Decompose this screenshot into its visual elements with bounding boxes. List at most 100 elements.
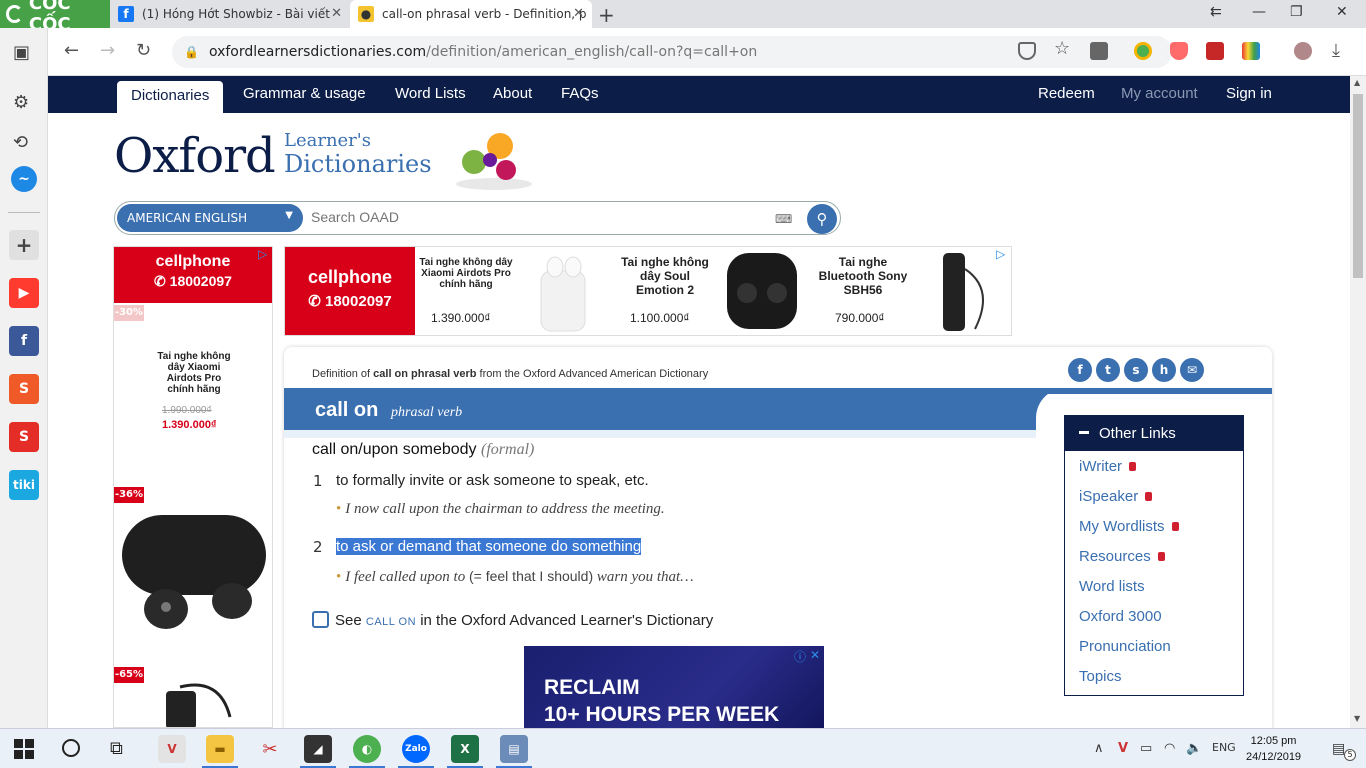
link-pronunciation[interactable]: Pronunciation (1079, 638, 1171, 655)
restore-tabs-icon[interactable]: ⇇ (1210, 4, 1222, 20)
nav-dictionaries[interactable]: Dictionaries (117, 81, 224, 113)
tray-expand-icon[interactable]: ∧ (1094, 741, 1104, 756)
search-button[interactable]: ⚲ (807, 204, 837, 234)
close-icon[interactable]: ✕ (573, 6, 584, 21)
forward-icon[interactable]: → (100, 40, 115, 61)
shield-icon[interactable] (1018, 42, 1036, 60)
history-icon[interactable]: ⟲ (13, 132, 28, 153)
gear-icon[interactable]: ⚙ (13, 92, 29, 113)
language-indicator[interactable]: ENG (1212, 741, 1236, 754)
dictionary-select[interactable]: AMERICAN ENGLISH ▼ (117, 204, 303, 232)
ad-product-price: 1.390.000₫ (431, 311, 491, 325)
browser-tab-facebook[interactable]: f (1) Hóng Hớt Showbiz - Bài viết ✕ (110, 0, 350, 28)
see-also-link[interactable]: See CALL ON in the Oxford Advanced Learn… (312, 611, 713, 629)
battery-icon[interactable]: ▭ (1140, 741, 1152, 756)
sidebar-toggle-icon[interactable]: ▣ (13, 42, 30, 63)
earbuds-case-image (122, 515, 266, 629)
coccoc-logo[interactable]: CỐC CỐC (0, 0, 110, 35)
maximize-icon[interactable]: ❐ (1290, 4, 1303, 20)
clock-time: 12:05 pm (1250, 735, 1297, 747)
link-iwriter[interactable]: iWriter (1079, 458, 1137, 475)
stumbleupon-share-icon[interactable]: s (1124, 358, 1148, 382)
link-topics[interactable]: Topics (1079, 668, 1122, 685)
clock[interactable]: 12:05 pm 24/12/2019 (1246, 733, 1301, 765)
window-close-icon[interactable]: ✕ (1336, 4, 1348, 20)
add-app-icon[interactable]: + (9, 230, 39, 260)
back-icon[interactable]: ← (64, 40, 79, 61)
search-input[interactable] (311, 209, 761, 225)
ad-close-icon[interactable]: ✕ (810, 648, 824, 662)
adchoices-icon[interactable]: ⓘ (794, 648, 808, 664)
see-term[interactable]: CALL ON (366, 616, 416, 628)
link-word-lists[interactable]: Word lists (1079, 578, 1145, 595)
messenger-icon[interactable]: ~ (11, 166, 37, 192)
discount-badge: -65% (114, 667, 144, 683)
discount-badge: -36% (114, 487, 144, 503)
ad-left[interactable]: cellphone ✆ 18002097 -30% Tai nghe không… (113, 246, 273, 728)
shopee-icon[interactable]: S (9, 374, 39, 404)
facebook-icon[interactable]: f (9, 326, 39, 356)
wifi-icon[interactable]: ◠ (1164, 741, 1175, 756)
scroll-up-icon[interactable]: ▲ (1354, 78, 1360, 87)
volume-icon[interactable]: 🔈 (1186, 741, 1202, 756)
nav-grammar-usage[interactable]: Grammar & usage (243, 85, 366, 102)
file-explorer-icon[interactable]: ▬ (206, 735, 234, 763)
new-tab-icon[interactable]: + (598, 3, 615, 27)
task-view-icon[interactable]: ⧉ (110, 738, 123, 759)
adchoices-icon[interactable]: ▷ (996, 247, 1010, 261)
coccoc-extension-icon[interactable] (1134, 42, 1152, 60)
nav-sign-in[interactable]: Sign in (1226, 85, 1272, 102)
coccoc-app-icon[interactable]: ◐ (353, 735, 381, 763)
adblock-icon[interactable] (1170, 42, 1188, 60)
nav-word-lists[interactable]: Word Lists (395, 85, 466, 102)
avatar[interactable] (1294, 42, 1312, 60)
link-resources[interactable]: Resources (1079, 548, 1165, 565)
star-icon[interactable]: ☆ (1054, 38, 1070, 59)
youtube-icon[interactable]: ▶ (9, 278, 39, 308)
sticky-app-icon[interactable]: ◢ (304, 735, 332, 763)
download-icon[interactable]: ⤓ (1332, 40, 1340, 61)
keyboard-icon[interactable]: ⌨ (775, 212, 792, 226)
ad-bottom-banner[interactable]: RECLAIM 10+ HOURS PER WEEK (524, 646, 824, 728)
link-oxford-3000[interactable]: Oxford 3000 (1079, 608, 1162, 625)
snipping-tool-icon[interactable]: ✂ (256, 735, 284, 763)
colorful-extension-icon[interactable] (1242, 42, 1260, 60)
tiki-icon[interactable]: tiki (9, 470, 39, 500)
link-ispeaker[interactable]: iSpeaker (1079, 488, 1153, 505)
minimize-icon[interactable]: — (1252, 4, 1266, 20)
nav-my-account[interactable]: My account (1121, 85, 1198, 102)
twitter-share-icon[interactable]: t (1096, 358, 1120, 382)
link-my-wordlists[interactable]: My Wordlists (1079, 518, 1179, 535)
reload-icon[interactable]: ↻ (136, 40, 151, 61)
email-share-icon[interactable]: ✉ (1180, 358, 1204, 382)
facebook-share-icon[interactable]: f (1068, 358, 1092, 382)
adchoices-icon[interactable]: ▷ (258, 247, 272, 261)
hi-share-icon[interactable]: h (1152, 358, 1176, 382)
close-icon[interactable]: ✕ (331, 6, 342, 21)
ad-old-price: 1.990.000₫ (162, 405, 212, 416)
unikey-tray-icon[interactable]: V (1118, 741, 1128, 756)
excel-app-icon[interactable]: X (451, 735, 479, 763)
other-links-header[interactable]: Other Links (1065, 416, 1243, 451)
savefrom-icon[interactable] (1206, 42, 1224, 60)
search-icon: ⚲ (816, 210, 828, 228)
sendo-icon[interactable]: S (9, 422, 39, 452)
nav-redeem[interactable]: Redeem (1038, 85, 1095, 102)
nav-faqs[interactable]: FAQs (561, 85, 599, 102)
nav-about[interactable]: About (493, 85, 532, 102)
see-prefix: See (335, 612, 362, 629)
download-box-icon[interactable] (1090, 42, 1108, 60)
site-nav: Dictionaries Grammar & usage Word Lists … (48, 76, 1350, 113)
unikey-app-icon[interactable]: V (158, 735, 186, 763)
cortana-icon[interactable] (62, 739, 80, 757)
browser-tab-oxford[interactable]: ● call-on phrasal verb - Definition, p ✕ (350, 0, 592, 28)
generic-app-icon[interactable]: ▤ (500, 735, 528, 763)
ad-top[interactable]: cellphone ✆ 18002097 Tai nghe không dây … (284, 246, 1012, 336)
scroll-thumb[interactable] (1353, 94, 1363, 278)
page-scrollbar[interactable]: ▲ ▼ (1350, 76, 1366, 728)
ad-product-price: 790.000₫ (835, 311, 885, 325)
oxford-logo[interactable]: Oxford Learner's Dictionaries (114, 128, 554, 194)
scroll-down-icon[interactable]: ▼ (1354, 714, 1360, 723)
windows-start-icon[interactable] (14, 739, 34, 759)
zalo-app-icon[interactable]: Zalo (402, 735, 430, 763)
